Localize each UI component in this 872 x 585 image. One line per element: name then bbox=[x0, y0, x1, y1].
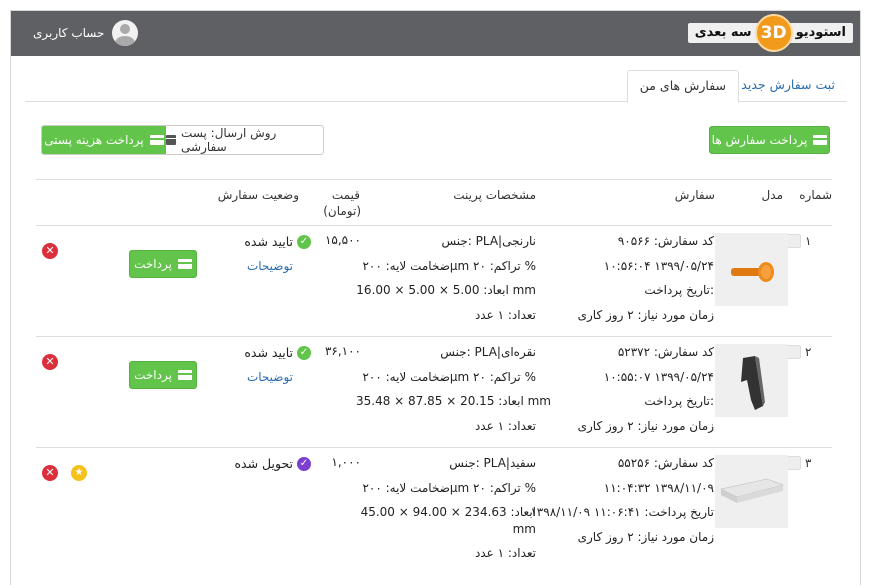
rate-star-icon[interactable]: ★ bbox=[71, 465, 87, 481]
pay-button[interactable]: پرداخت bbox=[129, 361, 197, 389]
order-info: کد سفارش: ۹۰۵۶۶ ۱۰:۵۶:۰۴ ۱۳۹۹/۰۵/۲۴ تاری… bbox=[514, 233, 714, 331]
row-number: ۱ bbox=[787, 234, 817, 248]
orders-table-header: شماره مدل سفارش مشخصات پرینت قیمت (تومان… bbox=[36, 179, 832, 226]
price: ۱۵,۵۰۰ bbox=[324, 233, 361, 247]
row-number-value: ۱ bbox=[805, 234, 812, 248]
cancel-order-icon[interactable]: ✕ bbox=[42, 243, 58, 259]
model-thumbnail[interactable] bbox=[715, 233, 788, 306]
order-tabs: ثبت سفارش جدید سفارش های من bbox=[25, 70, 847, 103]
material: جنس: PLA|سفید bbox=[449, 456, 536, 470]
pay-orders-label: پرداخت سفارش ها bbox=[711, 133, 808, 147]
row-select-checkbox[interactable] bbox=[787, 345, 801, 359]
details-link[interactable]: توضیحات bbox=[247, 370, 293, 384]
dimensions: ابعاد: 5.00 × 5.00 × 16.00 mm bbox=[356, 283, 536, 297]
model-preview-image bbox=[731, 262, 774, 282]
header-price-unit: (تومان) bbox=[323, 204, 361, 218]
app-frame: حساب کاربری سه بعدی 3D استودیو ثبت سفارش… bbox=[10, 10, 861, 585]
check-circle-icon: ✓ bbox=[297, 345, 311, 360]
quantity: تعداد: ۱ عدد bbox=[474, 307, 536, 322]
user-account-menu[interactable]: حساب کاربری bbox=[33, 19, 139, 47]
table-row: ۱ کد سفارش: ۹۰۵۶۶ ۱۰:۵۶:۰۴ ۱۳۹۹/۰۵/۲۴ تا… bbox=[36, 226, 832, 337]
print-specs: جنس: PLA|سفید ضخامت لایه: ۲۰۰μm تراکم: ۲… bbox=[356, 455, 536, 570]
pay-button[interactable]: پرداخت bbox=[129, 250, 197, 278]
credit-card-icon bbox=[177, 259, 192, 269]
order-code: کد سفارش: ۹۰۵۶۶ bbox=[617, 234, 714, 248]
credit-card-icon bbox=[149, 135, 164, 145]
header-order: سفارش bbox=[674, 188, 715, 202]
order-info: کد سفارش: ۵۲۳۷۲ ۱۰:۵۵:۰۷ ۱۳۹۹/۰۵/۲۴ تاری… bbox=[514, 344, 714, 442]
layer-thickness: ضخامت لایه: ۲۰۰μm تراکم: ۲۰ % bbox=[362, 369, 536, 384]
layer-thickness: ضخامت لایه: ۲۰۰μm تراکم: ۲۰ % bbox=[362, 258, 536, 273]
order-status: ✓ تحویل شده bbox=[234, 456, 311, 471]
row-number-value: ۳ bbox=[805, 456, 812, 470]
shipping-method-label: روش ارسال: پست سفارشی bbox=[181, 126, 277, 154]
order-code: کد سفارش: ۵۲۳۷۲ bbox=[617, 345, 714, 359]
material: جنس: PLA|نقره‌ای bbox=[440, 345, 536, 359]
pay-orders-button[interactable]: پرداخت سفارش ها bbox=[709, 126, 830, 154]
lead-time: زمان مورد نیاز: ۲ روز کاری bbox=[577, 307, 714, 322]
row-select-checkbox[interactable] bbox=[787, 234, 801, 248]
credit-card-icon bbox=[177, 370, 192, 380]
check-circle-icon: ✓ bbox=[297, 234, 311, 249]
header-print-specs: مشخصات پرینت bbox=[453, 188, 536, 202]
user-avatar-icon bbox=[112, 20, 139, 46]
header-status: وضعیت سفارش bbox=[217, 188, 299, 202]
print-specs: جنس: PLA|نقره‌ای ضخامت لایه: ۲۰۰μm تراکم… bbox=[356, 344, 551, 442]
order-status: ✓ تایید شده bbox=[244, 234, 311, 249]
dimensions: ابعاد: 20.15 × 87.85 × 35.48 mm bbox=[356, 394, 551, 408]
site-logo[interactable]: سه بعدی 3D استودیو bbox=[687, 14, 853, 52]
tab-new-order[interactable]: ثبت سفارش جدید bbox=[729, 70, 847, 102]
status-text: تایید شده bbox=[244, 234, 293, 249]
details-link[interactable]: توضیحات bbox=[247, 259, 293, 273]
user-account-label: حساب کاربری bbox=[33, 26, 105, 40]
dimensions-unit: mm bbox=[512, 521, 536, 536]
logo-word-studio: استودیو bbox=[788, 23, 853, 43]
pay-button-label: پرداخت bbox=[134, 257, 172, 271]
price: ۱,۰۰۰ bbox=[331, 455, 361, 469]
header-number: شماره bbox=[799, 188, 832, 202]
material: جنس: PLA|نارنجی bbox=[441, 234, 536, 248]
pay-postage-button[interactable]: پرداخت هزینه پستی bbox=[42, 126, 166, 154]
logo-3d-badge: 3D bbox=[754, 14, 793, 52]
header-price: قیمت bbox=[331, 188, 360, 202]
package-icon bbox=[166, 135, 177, 145]
check-circle-icon: ✓ bbox=[297, 456, 311, 471]
lead-time: زمان مورد نیاز: ۲ روز کاری bbox=[577, 418, 714, 433]
logo-word-3d: سه بعدی bbox=[687, 23, 759, 43]
order-date: ۱۰:۵۵:۰۷ ۱۳۹۹/۰۵/۲۴ bbox=[603, 369, 714, 384]
print-specs: جنس: PLA|نارنجی ضخامت لایه: ۲۰۰μm تراکم:… bbox=[356, 233, 536, 331]
quantity: تعداد: ۱ عدد bbox=[474, 418, 536, 433]
status-text: تحویل شده bbox=[234, 456, 293, 471]
model-thumbnail[interactable] bbox=[715, 344, 788, 417]
cancel-order-icon[interactable]: ✕ bbox=[42, 354, 58, 370]
quantity: تعداد: ۱ عدد bbox=[474, 546, 536, 560]
model-thumbnail[interactable] bbox=[715, 455, 788, 528]
table-row: ۳ کد سفارش: ۵۵۲۵۶ ۱۱:۰۴:۳۲ ۱۳۹۸/۱۱/۰۹ تا… bbox=[36, 448, 832, 585]
credit-card-icon bbox=[813, 135, 828, 145]
top-bar: حساب کاربری سه بعدی 3D استودیو bbox=[11, 11, 860, 56]
pay-postage-label: پرداخت هزینه پستی bbox=[44, 133, 144, 147]
row-select-checkbox[interactable] bbox=[787, 456, 801, 470]
model-preview-image bbox=[720, 478, 784, 503]
tab-my-orders[interactable]: سفارش های من bbox=[626, 70, 739, 103]
row-number: ۳ bbox=[787, 456, 817, 470]
payment-date: تاریخ پرداخت: bbox=[644, 283, 714, 297]
header-model: مدل bbox=[761, 188, 783, 202]
status-text: تایید شده bbox=[244, 345, 293, 360]
row-number: ۲ bbox=[787, 345, 817, 359]
shipping-group: روش ارسال: پست سفارشی پرداخت هزینه پستی bbox=[41, 125, 324, 155]
row-number-value: ۲ bbox=[805, 345, 812, 359]
pay-button-label: پرداخت bbox=[134, 368, 172, 382]
order-date: ۱۰:۵۶:۰۴ ۱۳۹۹/۰۵/۲۴ bbox=[603, 258, 714, 273]
table-row: ۲ کد سفارش: ۵۲۳۷۲ ۱۰:۵۵:۰۷ ۱۳۹۹/۰۵/۲۴ تا… bbox=[36, 337, 832, 448]
model-preview-image bbox=[741, 356, 765, 410]
order-status: ✓ تایید شده bbox=[244, 345, 311, 360]
shipping-method: روش ارسال: پست سفارشی bbox=[166, 126, 323, 154]
price: ۳۶,۱۰۰ bbox=[324, 344, 361, 358]
cancel-order-icon[interactable]: ✕ bbox=[42, 465, 58, 481]
layer-thickness: ضخامت لایه: ۲۰۰μm تراکم: ۲۰ % bbox=[362, 480, 536, 495]
